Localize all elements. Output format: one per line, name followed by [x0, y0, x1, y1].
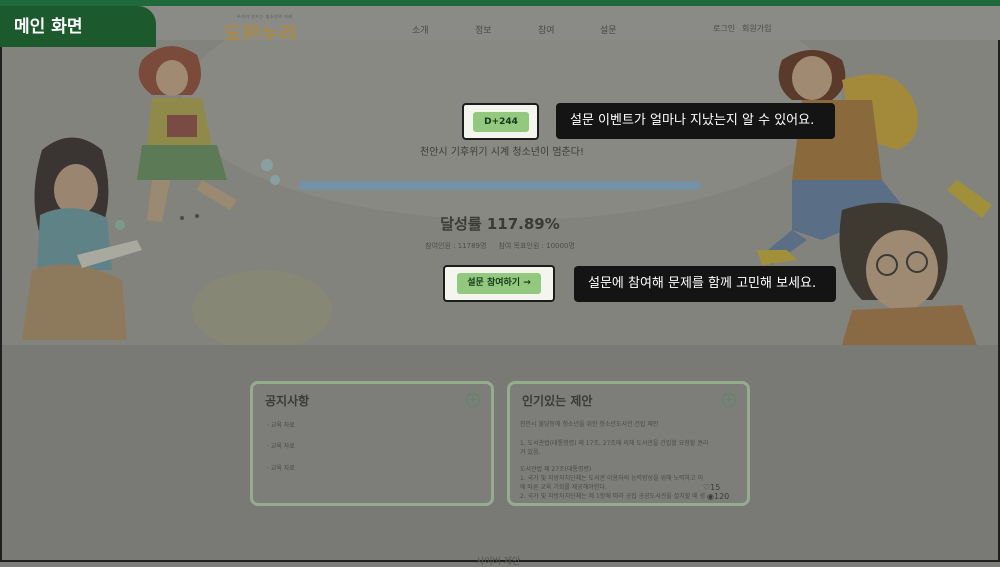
proposal-line: 천안시 불당동에 청소년을 위한 청소년도서관 건립 제안 — [520, 421, 659, 428]
view-count: 120 — [713, 492, 730, 501]
nav-item-intro[interactable]: 소개 — [412, 23, 429, 36]
signup-link[interactable]: 회원가입 — [742, 23, 771, 34]
proposal-card[interactable]: 인기있는 제안 + 천안시 불당동에 청소년을 위한 청소년도서관 건립 제안 … — [507, 381, 750, 506]
proposal-line: 1. 도서관법(대통령령) 제 17조, 27조에 의해 도서관을 건립할 요청… — [520, 440, 709, 447]
bg-blob-yellow — [192, 270, 332, 345]
proposal-more-icon[interactable]: + — [722, 393, 736, 407]
dday-highlight: D+244 — [462, 103, 539, 140]
participant-count: 참여인원 : 11789명 — [425, 242, 487, 250]
bottom-section — [2, 345, 998, 560]
cta-callout: 설문에 참여해 문제를 함께 고민해 보세요. — [574, 266, 836, 302]
participant-counts: 참여인원 : 11789명 참여 목표인원 : 10000명 — [300, 241, 700, 251]
like-count: 15 — [710, 483, 721, 492]
notice-item[interactable]: · 교육 자료 — [267, 420, 295, 429]
achievement-rate: 달성률 117.89% — [440, 215, 560, 233]
notice-item[interactable]: · 교육 자료 — [267, 463, 295, 472]
login-link[interactable]: 로그인 — [713, 23, 735, 34]
notice-title: 공지사항 — [265, 394, 310, 408]
proposal-stats: ♡15 ◉120 — [703, 483, 747, 501]
notice-item-label: 교육 자료 — [270, 443, 295, 450]
nav-item-info[interactable]: 정보 — [475, 23, 492, 36]
view-icon: ◉ — [707, 492, 714, 501]
survey-participate-button[interactable]: 설문 참여하기 → — [457, 273, 541, 294]
dday-badge: D+244 — [473, 112, 529, 132]
boy-glasses-illustration — [839, 202, 977, 345]
proposal-title: 인기있는 제안 — [522, 394, 593, 408]
cta-highlight: 설문 참여하기 → — [443, 265, 555, 302]
proposal-line: 1. 국가 및 지방자치단체는 도서관 이용자의 능력향상을 위해 노력하고 이 — [520, 475, 703, 482]
proposal-line: 가 있음. — [520, 449, 541, 456]
nav-item-participate[interactable]: 참여 — [538, 23, 555, 36]
proposal-line: 도서관법 제 27조(대통령령) — [520, 466, 592, 473]
proposal-line: 2. 국가 및 지방자치단체는 제 1항에 따라 공립 공공도서관을 설치할 때… — [520, 493, 706, 500]
notice-item[interactable]: · 교육 자료 — [267, 441, 295, 450]
notice-item-label: 교육 자료 — [270, 422, 295, 429]
girl-reading-illustration — [22, 137, 142, 340]
screen-label-tag: 메인 화면 — [0, 6, 156, 47]
challenge-title: 천안시 기후위기 시계 청소년이 멈춘다! — [420, 147, 584, 158]
target-count: 참여 목표인원 : 10000명 — [498, 242, 575, 250]
achievement-progress-bar — [299, 181, 701, 190]
nav-item-survey[interactable]: 설문 — [600, 23, 617, 36]
notice-item-label: 교육 자료 — [270, 465, 295, 472]
next-section-title: 사이버 제안 — [476, 557, 521, 567]
dday-callout: 설문 이벤트가 얼마나 지났는지 알 수 있어요. — [556, 103, 835, 139]
notice-card: 공지사항 + · 교육 자료 · 교육 자료 · 교육 자료 — [250, 381, 494, 506]
proposal-line: 에 따른 교육 기회를 제공해야한다. — [520, 484, 607, 491]
notice-more-icon[interactable]: + — [466, 393, 480, 407]
